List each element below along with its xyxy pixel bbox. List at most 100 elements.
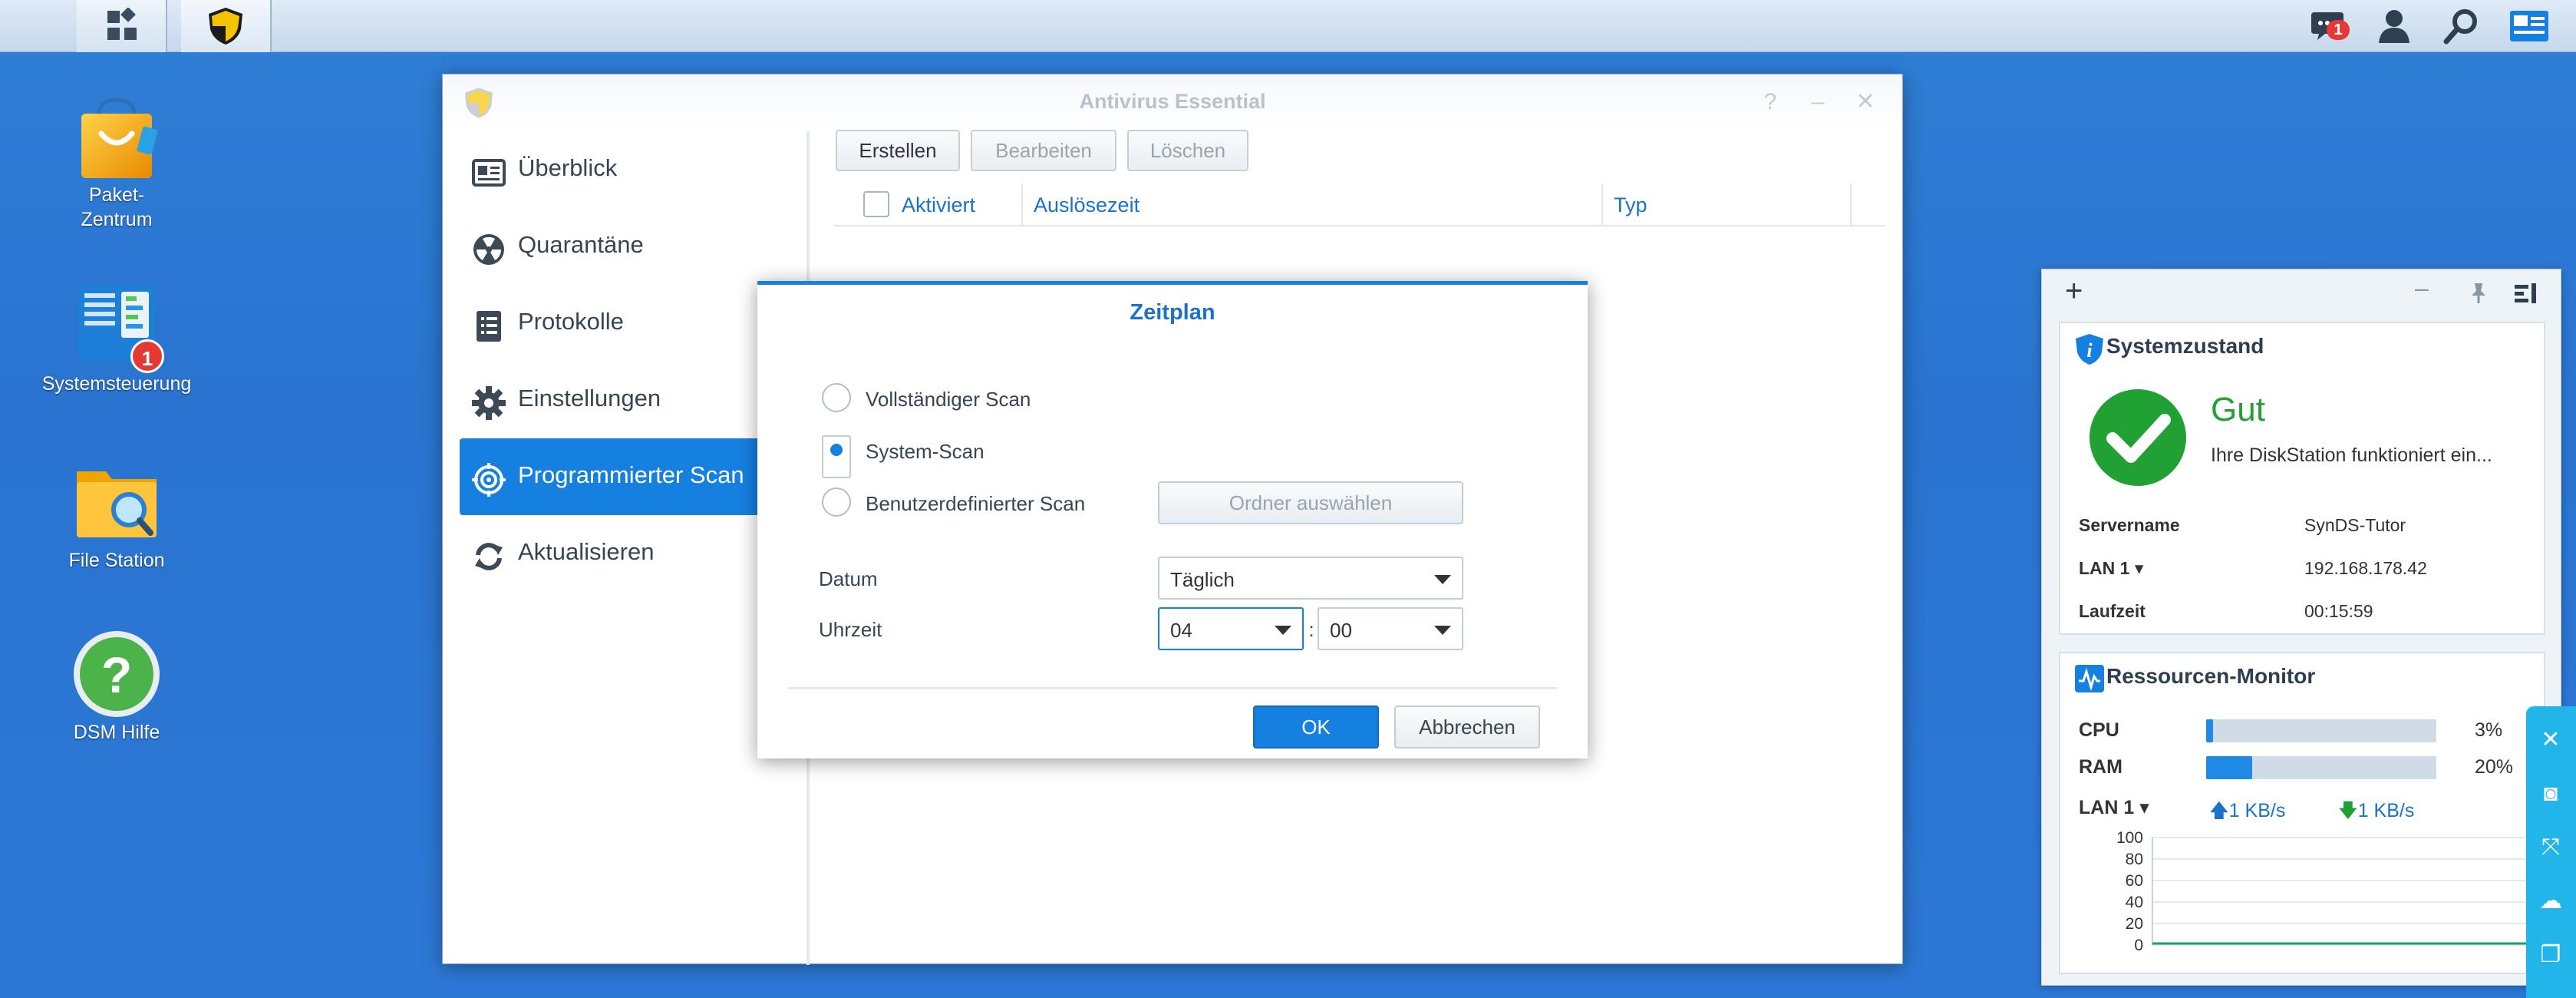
dialog-title: Zeitplan xyxy=(1130,300,1215,325)
minimize-panel-button[interactable]: – xyxy=(2415,274,2429,302)
arrow-down-icon: 🡇 xyxy=(2338,800,2358,821)
radiation-icon xyxy=(473,234,504,265)
monitor-lan-label: LAN 1 xyxy=(2079,797,2135,818)
lan-select[interactable]: LAN 1 ▾ xyxy=(2079,558,2143,579)
fullscreen-button[interactable]: ⤧ xyxy=(2537,834,2564,861)
desktop-icon-label: DSM Hilfe xyxy=(73,722,160,743)
upload-rate: 🡅1 KB/s xyxy=(2209,796,2285,829)
column-divider xyxy=(1850,183,1852,226)
minimize-button[interactable]: – xyxy=(1804,88,1832,116)
column-divider xyxy=(1601,183,1603,226)
widgets-button[interactable] xyxy=(2508,6,2548,46)
sidebar-item-settings[interactable]: Einstellungen xyxy=(460,362,782,438)
expand-icon: ⤧ xyxy=(2541,834,2560,860)
help-icon: ? xyxy=(74,631,160,717)
main-menu-button[interactable] xyxy=(77,0,167,52)
pin-icon[interactable] xyxy=(2467,282,2490,305)
close-button[interactable]: ✕ xyxy=(1852,88,1879,116)
monitor-lan-select[interactable]: LAN 1 ▾ xyxy=(2079,796,2149,819)
download-rate: 🡇1 KB/s xyxy=(2338,796,2414,829)
column-type[interactable]: Typ xyxy=(1614,183,1648,226)
lan-label: LAN 1 xyxy=(2079,558,2130,578)
close-toolbar-button[interactable]: ✕ xyxy=(2537,726,2564,754)
notification-badge: 1 xyxy=(2327,20,2350,40)
shopping-bag-icon xyxy=(81,97,158,178)
chart-y-tick: 20 xyxy=(2126,915,2143,933)
network-chart: 100 80 60 40 20 0 xyxy=(2116,831,2530,954)
health-status: Gut xyxy=(2211,391,2265,428)
desktop-icon-dsm-help[interactable]: ? DSM Hilfe xyxy=(32,628,201,745)
system-health-widget: i Systemzustand Gut Ihre DiskStation fun… xyxy=(2059,322,2545,635)
minimize-icon: – xyxy=(1811,89,1825,114)
cpu-value: 3% xyxy=(2475,719,2503,741)
chart-y-tick: 100 xyxy=(2116,831,2143,847)
sidebar-item-logs[interactable]: Protokolle xyxy=(460,285,782,362)
help-button[interactable]: ? xyxy=(1756,88,1784,116)
caret-down-icon: ▾ xyxy=(2139,797,2149,818)
upload-rate-value: 1 KB/s xyxy=(2228,800,2286,821)
chart-y-tick: 0 xyxy=(2134,937,2143,954)
notifications-button[interactable]: 1 xyxy=(2308,6,2350,46)
column-trigger-time[interactable]: Auslösezeit xyxy=(1034,183,1140,226)
radio-custom-scan[interactable] xyxy=(822,487,851,517)
user-button[interactable] xyxy=(2374,6,2414,46)
hour-select[interactable]: 04 xyxy=(1158,607,1304,650)
ram-value: 20% xyxy=(2475,756,2514,778)
sidebar-item-label: Protokolle xyxy=(518,308,624,335)
create-button[interactable]: Erstellen xyxy=(836,130,960,171)
radio-full-scan-label[interactable]: Vollständiger Scan xyxy=(866,388,1031,411)
add-widget-button[interactable]: + xyxy=(2065,274,2083,309)
desktop-icon-package-center[interactable]: Paket- Zentrum xyxy=(32,91,201,232)
screenshot-button[interactable]: ◙ xyxy=(2537,780,2564,808)
plus-icon: + xyxy=(2065,274,2083,308)
radio-custom-scan-label[interactable]: Benutzerdefinierter Scan xyxy=(866,492,1085,516)
column-enabled[interactable]: Aktiviert xyxy=(902,183,975,226)
server-name-label: Servername xyxy=(2079,515,2180,535)
edit-button[interactable]: Bearbeiten xyxy=(971,130,1116,171)
radio-system-scan[interactable] xyxy=(822,435,851,478)
ok-button[interactable]: OK xyxy=(1253,706,1379,748)
radio-system-scan-label[interactable]: System-Scan xyxy=(866,440,985,464)
close-icon: ✕ xyxy=(1855,89,1875,114)
minimize-icon: – xyxy=(2415,274,2429,302)
panel-layout-icon[interactable] xyxy=(2513,282,2538,305)
chevron-down-icon xyxy=(1434,626,1451,635)
dialog-divider xyxy=(788,687,1557,689)
cloud-upload-button[interactable]: ☁ xyxy=(2537,887,2564,915)
chevron-down-icon xyxy=(1434,575,1451,584)
radio-full-scan[interactable] xyxy=(822,383,851,412)
time-label: Uhrzeit xyxy=(819,618,882,641)
overview-icon xyxy=(472,159,506,187)
camera-icon: ◙ xyxy=(2543,781,2558,806)
schedule-dialog: Zeitplan Vollständiger Scan System-Scan … xyxy=(757,281,1588,758)
choose-folder-button[interactable]: Ordner auswählen xyxy=(1158,481,1463,524)
sidebar-item-overview[interactable]: Überblick xyxy=(460,131,782,208)
window-titlebar[interactable]: Antivirus Essential ? – ✕ xyxy=(443,74,1902,131)
chart-y-tick: 80 xyxy=(2126,851,2143,868)
minute-select[interactable]: 00 xyxy=(1318,607,1463,650)
date-select[interactable]: Täglich xyxy=(1158,557,1463,600)
sidebar-item-quarantine[interactable]: Quarantäne xyxy=(460,208,782,285)
taskbar: 1 xyxy=(0,0,2576,52)
cancel-button[interactable]: Abbrechen xyxy=(1394,706,1540,748)
cpu-bar-fill xyxy=(2206,719,2213,742)
desktop-icon-file-station[interactable]: File Station xyxy=(32,456,201,573)
ram-bar xyxy=(2206,756,2436,779)
uptime-value: 00:15:59 xyxy=(2304,601,2373,621)
sidebar-item-update[interactable]: Aktualisieren xyxy=(460,515,782,592)
copy-button[interactable]: ❐ xyxy=(2537,941,2564,969)
search-button[interactable] xyxy=(2442,6,2482,46)
antivirus-taskbar-button[interactable] xyxy=(181,0,272,52)
uptime-label: Laufzeit xyxy=(2079,601,2146,621)
gear-icon xyxy=(472,386,506,420)
caret-down-icon: ▾ xyxy=(2134,558,2144,578)
chevron-down-icon xyxy=(1275,626,1291,635)
sidebar-item-label: Quarantäne xyxy=(518,231,644,258)
log-icon xyxy=(477,311,501,342)
svg-text:i: i xyxy=(2086,339,2093,362)
delete-button[interactable]: Löschen xyxy=(1127,130,1248,171)
desktop-icon-control-panel[interactable]: 1 Systemsteuerung xyxy=(32,279,201,396)
select-all-checkbox[interactable] xyxy=(863,191,889,217)
sidebar-item-scheduled-scan[interactable]: Programmierter Scan xyxy=(460,438,782,515)
widgets-icon xyxy=(2510,11,2548,41)
